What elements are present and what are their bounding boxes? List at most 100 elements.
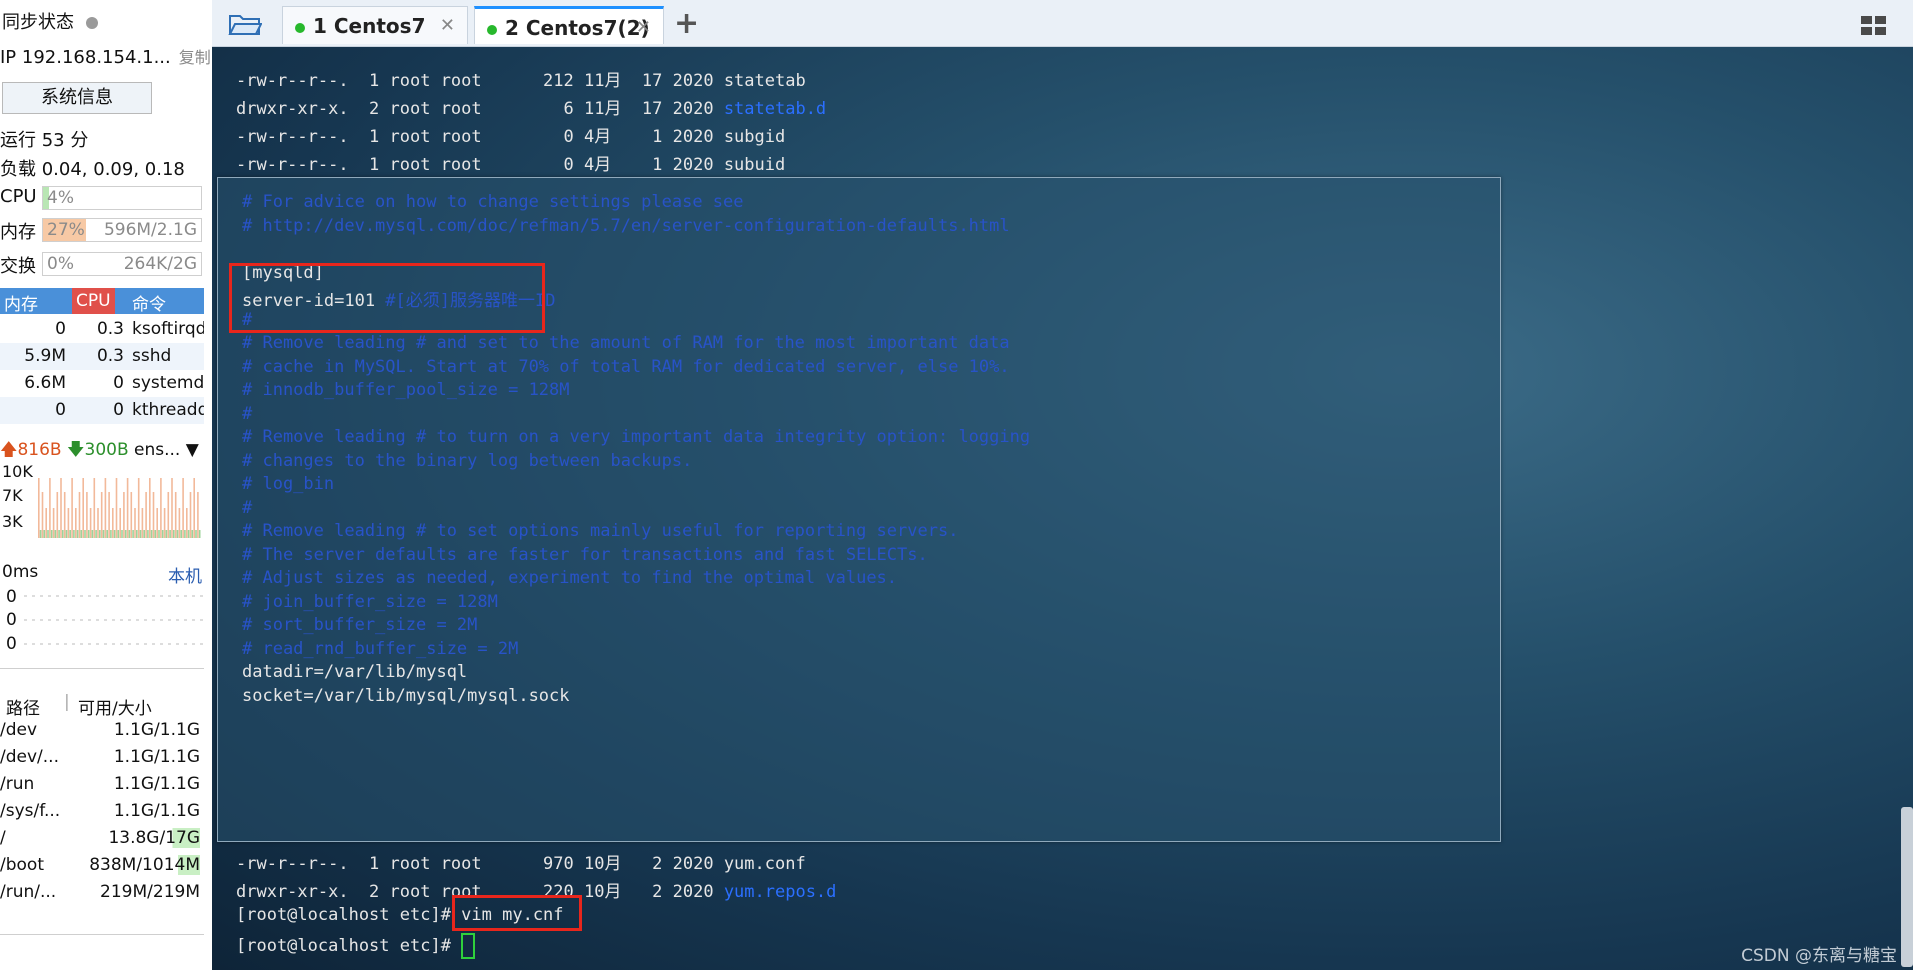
net-bar <box>75 508 77 538</box>
net-bar <box>78 492 81 538</box>
ls-line: -rw-r--r--. 1 root root 970 10月 2 2020 y… <box>236 849 806 874</box>
connected-dot-icon <box>295 22 305 33</box>
tab-centos7[interactable]: 1 Centos7 ✕ <box>282 6 468 44</box>
table-row[interactable]: /run 1.1G/1.1G <box>0 772 204 799</box>
net-bar <box>41 492 44 538</box>
ls-line: drwxr-xr-x. 2 root root 6 11月 17 2020 st… <box>236 94 826 119</box>
table-row[interactable]: 0 0 kthreadd <box>0 397 204 424</box>
net-bar <box>87 530 90 538</box>
disk-path: /boot <box>0 855 44 875</box>
disk-avail: 838M/1014M <box>89 855 200 875</box>
net-bar <box>193 478 195 538</box>
net-bar <box>173 530 175 538</box>
config-comment-line: # cache in MySQL. Start at 70% of total … <box>242 357 1010 377</box>
disk-path: / <box>0 828 6 848</box>
net-bar <box>60 478 62 538</box>
swap-meter: 0% 264K/2G <box>42 252 202 276</box>
ls-meta: -rw-r--r--. 1 root root 0 4月 1 2020 <box>236 127 724 147</box>
proc-cpu: 0 <box>113 400 124 420</box>
layout-grid-icon[interactable] <box>1861 16 1887 36</box>
swap-detail: 264K/2G <box>123 254 197 274</box>
net-bar <box>113 530 116 538</box>
table-row[interactable]: 5.9M 0.3 sshd <box>0 343 204 370</box>
net-bar <box>152 492 155 538</box>
net-bar <box>119 508 121 538</box>
net-bar <box>112 508 114 538</box>
proc-cpu: 0 <box>113 373 124 393</box>
table-row[interactable]: /sys/f... 1.1G/1.1G <box>0 799 204 826</box>
table-row[interactable]: /run/... 219M/219M <box>0 880 204 907</box>
ls-meta: -rw-r--r--. 1 root root 212 11月 17 2020 <box>236 71 724 91</box>
net-bar <box>93 478 96 538</box>
disk-avail: 1.1G/1.1G <box>113 720 200 740</box>
config-text: # changes to the binary log between back… <box>242 450 693 471</box>
net-interface-select[interactable]: ens... ▼ <box>134 440 199 460</box>
net-bar <box>169 530 171 538</box>
net-bar <box>124 530 127 538</box>
net-bar <box>58 530 60 538</box>
table-row[interactable]: / 13.8G/17G <box>0 826 204 853</box>
tab-centos7-2[interactable]: 2 Centos7(2) ✕ <box>474 6 664 44</box>
ls-filename: subgid <box>723 127 786 147</box>
command-highlight-box <box>452 895 582 931</box>
proc-col-cmd[interactable]: 命令 <box>132 290 166 315</box>
net-bar <box>39 530 42 538</box>
net-bar <box>117 530 120 538</box>
mem-detail: 596M/2.1G <box>103 220 197 240</box>
net-bar <box>161 530 164 538</box>
disk-col-avail[interactable]: 可用/大小 <box>78 694 152 719</box>
terminal-pane[interactable]: -rw-r--r--. 1 root root 212 11月 17 2020 … <box>212 47 1913 970</box>
table-row[interactable]: 6.6M 0 systemd <box>0 370 204 397</box>
tab-label: 2 Centos7(2) <box>505 16 650 40</box>
net-bar <box>82 478 84 538</box>
close-icon[interactable]: ✕ <box>636 9 651 47</box>
table-row[interactable]: 0 0.3 ksoftirqd <box>0 316 204 343</box>
add-tab-icon[interactable]: + <box>674 6 699 41</box>
net-bar <box>108 492 110 538</box>
config-comment-line: # <box>242 404 252 424</box>
table-row[interactable]: /dev 1.1G/1.1G <box>0 718 204 745</box>
config-comment-line: # changes to the binary log between back… <box>242 451 692 471</box>
ip-row: IP 192.168.154.1... 复制 <box>0 44 210 68</box>
ls-filename: subuid <box>723 155 786 175</box>
net-bar <box>110 530 112 538</box>
arrow-down-icon: 🡇 <box>67 440 85 460</box>
config-comment-line: # Remove leading # and set to the amount… <box>242 333 1010 353</box>
net-bar <box>54 530 57 538</box>
net-bar <box>102 530 105 538</box>
net-bar <box>65 530 68 538</box>
table-row[interactable]: /dev/... 1.1G/1.1G <box>0 745 204 772</box>
proc-cmd: systemd <box>132 373 204 393</box>
config-text: # For advice on how to change settings p… <box>242 192 744 212</box>
system-info-button[interactable]: 系统信息 <box>2 82 152 114</box>
close-icon[interactable]: ✕ <box>440 7 455 45</box>
net-bar <box>43 530 46 538</box>
disk-path: /sys/f... <box>0 801 61 821</box>
config-comment-line: # join_buffer_size = 128M <box>242 592 498 612</box>
session-tab-bar: 1 Centos7 ✕ 2 Centos7(2) ✕ + <box>212 0 1913 47</box>
net-bar <box>174 492 177 538</box>
disk-path: /dev <box>0 720 38 740</box>
folder-open-icon[interactable] <box>228 12 262 36</box>
table-row[interactable]: /boot 838M/1014M <box>0 853 204 880</box>
disk-avail: 219M/219M <box>100 882 200 902</box>
latency-gridlines <box>24 595 204 645</box>
net-bar <box>121 530 123 538</box>
terminal-scrollbar[interactable] <box>1901 807 1913 967</box>
copy-ip-button[interactable]: 复制 <box>179 48 210 67</box>
config-text: socket=/var/lib/mysql/mysql.sock <box>242 685 570 706</box>
net-bar <box>52 508 55 538</box>
net-bar <box>171 478 173 538</box>
net-bar <box>45 508 47 538</box>
net-bar <box>84 530 86 538</box>
config-comment-line: # <box>242 498 252 518</box>
config-comment-line: # For advice on how to change settings p… <box>242 192 744 212</box>
mem-meter: 27% 596M/2.1G <box>42 218 202 242</box>
proc-col-cpu[interactable]: CPU <box>72 288 115 314</box>
disk-col-path[interactable]: 路径 <box>6 694 40 719</box>
net-bar <box>145 492 147 538</box>
cpu-label: CPU <box>0 186 37 207</box>
proc-col-mem[interactable]: 内存 <box>4 290 38 315</box>
swap-label: 交换 <box>0 256 36 277</box>
mem-percent: 27% <box>47 220 85 240</box>
